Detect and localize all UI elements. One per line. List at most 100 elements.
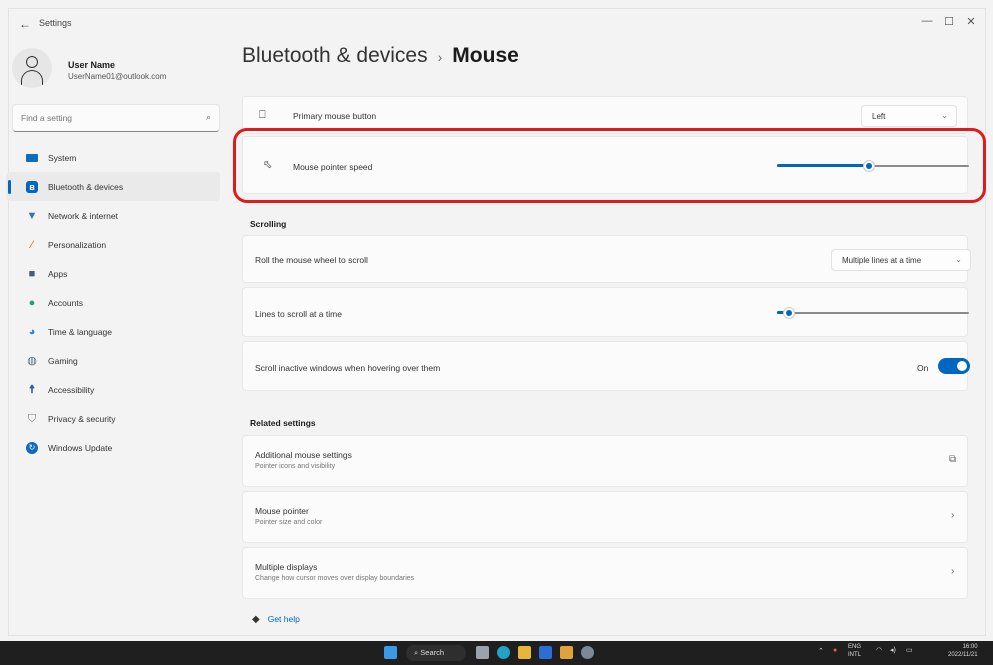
sidebar-item-windows-update[interactable]: ↻ Windows Update [6, 433, 220, 462]
volume-icon[interactable]: ◂) [890, 646, 896, 654]
maximize-button[interactable]: ☐ [939, 15, 959, 28]
sidebar-item-system[interactable]: System [6, 143, 220, 172]
lines-scroll-label: Lines to scroll at a time [255, 309, 342, 319]
scroll-inactive-label: Scroll inactive windows when hovering ov… [255, 363, 441, 373]
tray-app-icon[interactable]: ● [833, 647, 837, 654]
page-title: Mouse [452, 44, 519, 67]
primary-button-label: Primary mouse button [293, 111, 377, 121]
brush-icon: ⁄ [31, 238, 33, 251]
get-help-link[interactable]: ◆ Get help [252, 614, 300, 625]
sidebar-item-label: Accounts [48, 297, 83, 308]
roll-wheel-dropdown[interactable]: Multiple lines at a time ⌄ [831, 249, 971, 271]
avatar-body-icon [21, 70, 43, 86]
language-bottom: INTL [848, 652, 862, 658]
chevron-right-icon: › [951, 510, 955, 521]
accounts-icon: ● [28, 296, 36, 309]
sidebar-item-accessibility[interactable]: ☨ Accessibility [6, 375, 220, 404]
scroll-inactive-toggle[interactable] [938, 358, 970, 374]
file-explorer-icon[interactable] [518, 646, 531, 660]
mouse-icon: ⎕ [259, 109, 266, 121]
back-button[interactable]: ← [19, 17, 31, 31]
primary-button-dropdown[interactable]: Left ⌄ [861, 105, 957, 127]
close-button[interactable]: ✕ [961, 15, 981, 28]
roll-wheel-label: Roll the mouse wheel to scroll [255, 255, 368, 265]
clock-time: 16:00 [962, 644, 978, 650]
toggle-state-label: On [917, 363, 929, 373]
sidebar-item-time-language[interactable]: ◕ Time & language [6, 317, 220, 346]
related-item-multiple-displays[interactable]: Multiple displays Change how cursor move… [242, 547, 968, 599]
sidebar-item-network[interactable]: ▼ Network & internet [6, 201, 220, 230]
taskbar-search[interactable]: ⌕ Search [406, 645, 466, 661]
lines-scroll-slider[interactable] [777, 306, 969, 320]
sidebar-item-bluetooth[interactable]: ʙ Bluetooth & devices [6, 172, 220, 201]
related-item-label: Additional mouse settings [255, 450, 352, 460]
avatar-head-icon [26, 56, 38, 68]
related-item-subtitle: Pointer size and color [255, 519, 323, 526]
language-indicator[interactable]: ENG INTL [848, 643, 861, 659]
user-name: User Name [68, 60, 116, 70]
accessibility-icon: ☨ [29, 383, 35, 396]
time-language-icon: ◕ [28, 325, 36, 338]
language-top: ENG [848, 644, 862, 650]
get-help-label[interactable]: Get help [268, 614, 300, 624]
mail-icon[interactable] [560, 646, 573, 660]
search-icon[interactable]: ⌕ [206, 112, 211, 123]
avatar[interactable] [12, 48, 52, 88]
sidebar-item-label: Gaming [48, 355, 78, 366]
taskbar-search-label: Search [420, 648, 445, 657]
breadcrumb-parent[interactable]: Bluetooth & devices [242, 44, 428, 67]
start-button[interactable] [384, 646, 397, 660]
gaming-icon: ◍ [27, 354, 37, 367]
related-item-subtitle: Pointer icons and visibility [255, 463, 336, 470]
bluetooth-icon: ʙ [26, 180, 38, 193]
chevron-right-icon: › [951, 566, 955, 577]
system-icon [26, 153, 38, 162]
wifi-icon: ▼ [26, 209, 38, 222]
sidebar-item-label: System [48, 152, 77, 163]
sidebar-item-label: Time & language [48, 326, 112, 337]
battery-icon[interactable]: ▭ [906, 646, 913, 654]
search-input[interactable] [13, 105, 183, 131]
related-item-label: Multiple displays [255, 562, 318, 572]
open-external-icon: ⧉ [949, 454, 957, 465]
sidebar-item-label: Windows Update [48, 442, 113, 453]
update-icon: ↻ [26, 441, 38, 454]
sidebar-item-apps[interactable]: ■ Apps [6, 259, 220, 288]
related-item-mouse-pointer[interactable]: Mouse pointer Pointer size and color › [242, 491, 968, 543]
scrolling-section-title: Scrolling [250, 219, 287, 229]
wifi-tray-icon[interactable]: ◠ [876, 646, 882, 654]
search-box[interactable]: ⌕ [12, 104, 220, 132]
minimize-button[interactable]: — [917, 15, 937, 27]
user-email: UserName01@outlook.com [68, 72, 167, 81]
apps-icon: ■ [28, 267, 36, 280]
slider-track [777, 312, 969, 314]
taskbar: ⌕ Search ⌃ ● ENG INTL ◠ ◂) ▭ 16:00 2022/11… [0, 641, 993, 665]
sidebar-item-gaming[interactable]: ◍ Gaming [6, 346, 220, 375]
sidebar-item-accounts[interactable]: ● Accounts [6, 288, 220, 317]
highlight-annotation [233, 128, 986, 203]
sidebar-item-label: Accessibility [48, 384, 95, 395]
edge-icon[interactable] [497, 646, 510, 660]
related-settings-title: Related settings [250, 418, 316, 428]
sidebar-nav: System ʙ Bluetooth & devices ▼ Network &… [6, 143, 220, 462]
slider-thumb[interactable] [782, 307, 795, 319]
settings-gear-icon[interactable] [581, 646, 594, 660]
clock[interactable]: 16:00 2022/11/21 [948, 643, 978, 659]
roll-wheel-value: Multiple lines at a time [842, 255, 922, 265]
shield-icon: ⛉ [27, 412, 37, 425]
sidebar-item-privacy[interactable]: ⛉ Privacy & security [6, 404, 220, 433]
related-item-label: Mouse pointer [255, 506, 309, 516]
sidebar-item-label: Apps [48, 268, 68, 279]
store-icon[interactable] [539, 646, 552, 660]
breadcrumb-separator: › [437, 49, 443, 65]
help-icon: ◆ [252, 614, 260, 625]
chevron-down-icon: ⌄ [941, 111, 948, 120]
chevron-up-icon[interactable]: ⌃ [818, 647, 824, 655]
task-view-icon[interactable] [476, 646, 489, 660]
related-item-subtitle: Change how cursor moves over display bou… [255, 575, 415, 582]
sidebar-item-label: Personalization [48, 239, 107, 250]
sidebar-item-personalization[interactable]: ⁄ Personalization [6, 230, 220, 259]
title-bar: ← Settings — ☐ ✕ [9, 9, 985, 39]
scroll-inactive-card: Scroll inactive windows when hovering ov… [242, 341, 970, 391]
related-item-additional-mouse[interactable]: Additional mouse settings Pointer icons … [242, 435, 968, 487]
